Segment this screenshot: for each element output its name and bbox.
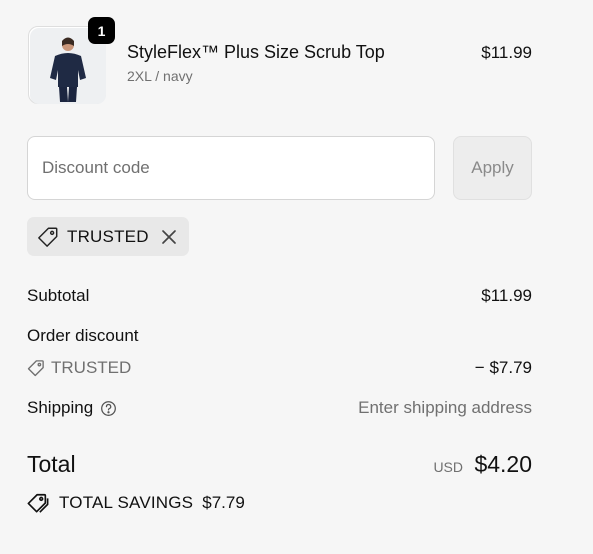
discount-code-row: TRUSTED bbox=[27, 358, 131, 378]
applied-discount-chip: TRUSTED bbox=[27, 217, 189, 256]
discount-value: − $7.79 bbox=[474, 358, 532, 377]
shipping-value: Enter shipping address bbox=[358, 398, 532, 417]
help-icon[interactable] bbox=[100, 400, 117, 417]
tags-icon bbox=[27, 492, 49, 514]
discount-code-input[interactable] bbox=[27, 136, 435, 200]
product-name: StyleFlex™ Plus Size Scrub Top bbox=[127, 42, 385, 62]
subtotal-value: $11.99 bbox=[481, 286, 532, 305]
tag-icon bbox=[27, 359, 45, 377]
tag-icon bbox=[37, 226, 59, 248]
apply-discount-button[interactable]: Apply bbox=[453, 136, 532, 200]
order-discount-label: Order discount bbox=[27, 326, 139, 345]
currency-code: USD bbox=[433, 459, 463, 475]
close-icon[interactable] bbox=[161, 229, 177, 245]
summary-discount-code: TRUSTED bbox=[51, 358, 132, 377]
shipping-row: Shipping bbox=[27, 398, 117, 418]
total-label: Total bbox=[27, 451, 76, 477]
product-variant: 2XL / navy bbox=[127, 68, 193, 84]
total-savings-label: TOTAL SAVINGS bbox=[59, 493, 194, 512]
applied-discount-code: TRUSTED bbox=[67, 226, 149, 246]
quantity-badge: 1 bbox=[88, 17, 115, 44]
total-savings-row: TOTAL SAVINGS $7.79 bbox=[27, 492, 245, 514]
product-price: $11.99 bbox=[481, 43, 532, 62]
subtotal-label: Subtotal bbox=[27, 286, 90, 305]
total-savings-value: $7.79 bbox=[202, 493, 245, 512]
shipping-label: Shipping bbox=[27, 398, 94, 417]
total-value: $4.20 bbox=[474, 451, 532, 477]
